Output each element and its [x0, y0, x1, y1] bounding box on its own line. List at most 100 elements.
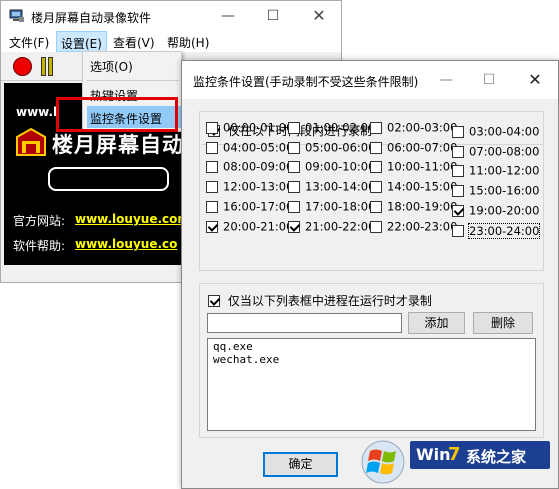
pause-icon-left[interactable]: [41, 57, 46, 76]
dropdown-divider: [87, 80, 179, 81]
close-button[interactable]: ✕: [297, 1, 341, 31]
time-slot-checkbox[interactable]: 01:00-02:00: [288, 120, 376, 138]
process-name-input[interactable]: [207, 313, 402, 333]
checkbox-box[interactable]: [370, 160, 382, 173]
add-process-button[interactable]: 添加: [408, 312, 465, 334]
process-restriction-checkbox[interactable]: [208, 294, 220, 307]
menu-settings[interactable]: 设置(E): [56, 31, 107, 52]
time-slot-label: 11:00-12:00: [469, 163, 540, 178]
monitor-settings-dialog: 监控条件设置(手动录制不受这些条件限制) — ☐ ✕ 仅在以下时间段内进行录制 …: [181, 60, 559, 489]
checkbox-box[interactable]: [452, 145, 464, 158]
dialog-minimize-button[interactable]: —: [426, 65, 466, 95]
time-slot-label: 17:00-18:00: [305, 199, 376, 214]
time-slot-checkbox[interactable]: 13:00-14:00: [288, 179, 376, 197]
time-slot-label: 19:00-20:00: [469, 203, 540, 218]
menu-file[interactable]: 文件(F): [9, 34, 49, 51]
time-slot-checkbox[interactable]: 04:00-05:00: [206, 140, 294, 158]
checkbox-box[interactable]: [370, 141, 382, 154]
dropdown-item-options[interactable]: 选项(O): [87, 54, 181, 76]
time-slot-label: 21:00-22:00: [305, 219, 376, 234]
dialog-maximize-button[interactable]: ☐: [469, 65, 509, 95]
time-slot-checkbox[interactable]: 03:00-04:00: [452, 124, 539, 142]
time-slot-checkbox[interactable]: 05:00-06:00: [288, 140, 375, 158]
time-slot-checkbox[interactable]: 15:00-16:00: [452, 183, 539, 201]
official-site-label: 官方网站:: [13, 214, 66, 228]
checkbox-box[interactable]: [206, 200, 218, 213]
time-slot-checkbox[interactable]: 20:00-21:00: [206, 219, 293, 237]
checkbox-box[interactable]: [206, 220, 218, 233]
process-group: 仅当以下列表框中进程在运行时才录制 添加 删除 qq.exe wechat.ex…: [199, 283, 544, 438]
time-slot-label: 12:00-13:00: [223, 179, 294, 194]
time-slot-checkbox[interactable]: 22:00-23:00: [370, 219, 457, 237]
checkbox-box[interactable]: [206, 180, 218, 193]
process-list-item[interactable]: qq.exe: [213, 340, 253, 353]
menu-view[interactable]: 查看(V): [113, 34, 155, 51]
time-slot-label: 04:00-05:00: [223, 140, 294, 155]
maximize-button[interactable]: ☐: [251, 1, 295, 31]
time-slot-label: 00:00-01:00: [223, 120, 294, 135]
checkbox-box[interactable]: [288, 141, 300, 154]
checkbox-box[interactable]: [452, 125, 464, 138]
time-slot-checkbox[interactable]: 02:00-03:00: [370, 120, 457, 138]
time-slot-checkbox[interactable]: 17:00-18:00: [288, 199, 376, 217]
pause-icon-right: [48, 57, 53, 76]
watermark-text-b: 7: [448, 444, 461, 465]
minimize-button[interactable]: —: [206, 1, 250, 31]
time-slot-label: 23:00-24:00: [467, 222, 541, 239]
time-slot-checkbox[interactable]: 19:00-20:00: [452, 203, 540, 221]
time-slot-label: 08:00-09:00: [223, 159, 294, 174]
delete-process-button[interactable]: 删除: [473, 312, 533, 334]
time-period-group: 仅在以下时间段内进行录制 00:00-01:0001:00-02:0002:00…: [199, 111, 544, 271]
checkbox-box[interactable]: [288, 200, 300, 213]
checkbox-box[interactable]: [288, 121, 300, 134]
checkbox-box[interactable]: [206, 160, 218, 173]
checkbox-box[interactable]: [288, 160, 300, 173]
process-listbox[interactable]: qq.exe wechat.exe: [207, 338, 536, 431]
checkbox-box[interactable]: [206, 141, 218, 154]
help-site-link[interactable]: www.louyue.co: [75, 237, 177, 251]
menu-help[interactable]: 帮助(H): [167, 34, 209, 51]
time-slot-checkbox[interactable]: 10:00-11:00: [370, 159, 457, 177]
ok-button[interactable]: 确定: [263, 452, 338, 477]
time-slot-checkbox[interactable]: 18:00-19:00: [370, 199, 457, 217]
record-icon[interactable]: [13, 57, 32, 76]
time-slot-checkbox[interactable]: 16:00-17:00: [206, 199, 293, 217]
checkbox-box[interactable]: [370, 220, 382, 233]
main-titlebar[interactable]: 楼月屏幕自动录像软件 — ☐ ✕: [1, 1, 341, 31]
time-slot-label: 06:00-07:00: [387, 140, 458, 155]
time-slot-checkbox[interactable]: 14:00-15:00: [370, 179, 458, 197]
process-list-item[interactable]: wechat.exe: [213, 353, 279, 366]
time-slot-label: 14:00-15:00: [387, 179, 458, 194]
checkbox-box[interactable]: [288, 220, 300, 233]
app-icon: [9, 9, 24, 22]
checkbox-box[interactable]: [370, 200, 382, 213]
checkbox-box[interactable]: [370, 121, 382, 134]
time-slot-checkbox[interactable]: 09:00-10:00: [288, 159, 375, 177]
time-slot-label: 13:00-14:00: [305, 179, 376, 194]
checkbox-box[interactable]: [452, 164, 464, 177]
dialog-close-button[interactable]: ✕: [515, 65, 555, 95]
logo-icon: [16, 127, 46, 156]
time-slot-checkbox[interactable]: 08:00-09:00: [206, 159, 294, 177]
time-slot-checkbox[interactable]: 21:00-22:00: [288, 219, 376, 237]
checkbox-box[interactable]: [452, 184, 464, 197]
time-slot-checkbox[interactable]: 23:00-24:00: [452, 222, 541, 241]
dialog-titlebar[interactable]: 监控条件设置(手动录制不受这些条件限制) — ☐ ✕: [182, 61, 558, 99]
time-slot-checkbox[interactable]: 00:00-01:00: [206, 120, 294, 138]
menubar: 文件(F) 设置(E) 查看(V) 帮助(H): [1, 31, 341, 52]
time-slot-label: 01:00-02:00: [305, 120, 376, 135]
highlight-box: [56, 97, 178, 132]
checkbox-box[interactable]: [452, 204, 464, 217]
time-slot-checkbox[interactable]: 11:00-12:00: [452, 163, 540, 181]
process-restriction-toggle[interactable]: 仅当以下列表框中进程在运行时才录制: [208, 292, 432, 309]
time-slot-checkbox[interactable]: 07:00-08:00: [452, 144, 539, 162]
main-window-title: 楼月屏幕自动录像软件: [31, 11, 152, 25]
checkbox-box[interactable]: [452, 224, 464, 237]
time-slot-checkbox[interactable]: 12:00-13:00: [206, 179, 294, 197]
checkbox-box[interactable]: [370, 180, 382, 193]
help-site-label: 软件帮助:: [13, 239, 66, 253]
checkbox-box[interactable]: [206, 121, 218, 134]
checkbox-box[interactable]: [288, 180, 300, 193]
time-slot-checkbox[interactable]: 06:00-07:00: [370, 140, 458, 158]
official-site-link[interactable]: www.louyue.com: [75, 212, 190, 226]
